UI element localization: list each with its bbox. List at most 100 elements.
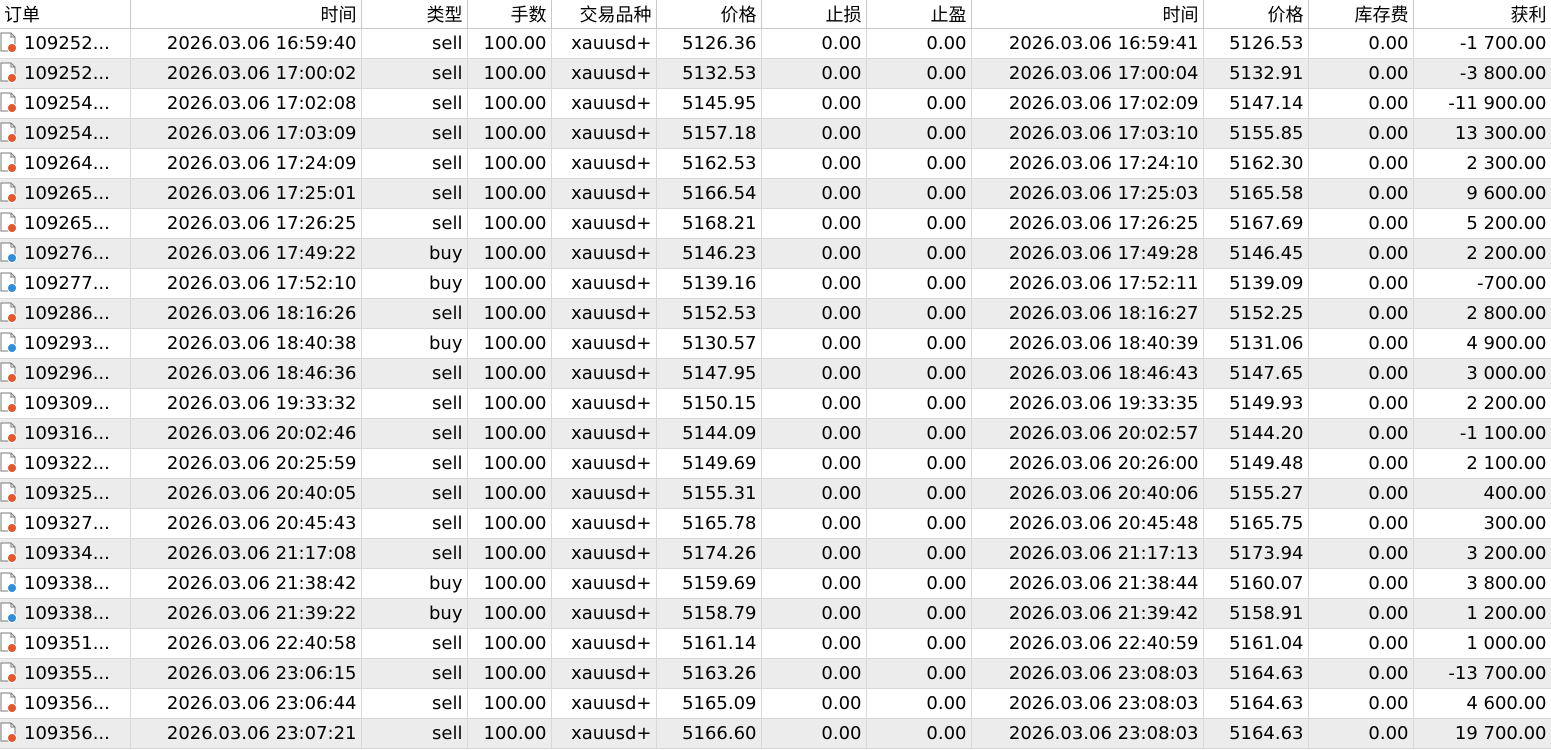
cell-order: 109356... bbox=[0, 718, 131, 749]
cell-type: buy bbox=[361, 328, 468, 359]
table-row[interactable]: 109334... 2026.03.06 21:17:08 sell 100.00 xa… bbox=[0, 538, 1551, 569]
cell-profit: 5 200.00 bbox=[1413, 208, 1551, 239]
sell-order-icon bbox=[0, 452, 18, 474]
order-number: 109264... bbox=[24, 152, 110, 174]
cell-type: sell bbox=[361, 508, 468, 539]
sell-order-icon bbox=[0, 662, 18, 684]
cell-swap: 0.00 bbox=[1308, 328, 1414, 359]
cell-open-time: 2026.03.06 18:40:38 bbox=[130, 328, 362, 359]
cell-close-price: 5155.85 bbox=[1203, 118, 1309, 149]
cell-stop-loss: 0.00 bbox=[761, 238, 867, 269]
cell-open-time: 2026.03.06 18:16:26 bbox=[130, 298, 362, 329]
table-row[interactable]: 109355... 2026.03.06 23:06:15 sell 100.00 xa… bbox=[0, 658, 1551, 689]
column-header-type[interactable]: 类型 bbox=[361, 0, 468, 29]
table-row[interactable]: 109252... 2026.03.06 17:00:02 sell 100.00 xa… bbox=[0, 58, 1551, 89]
order-number: 109252... bbox=[24, 32, 110, 54]
column-header-close-price[interactable]: 价格 bbox=[1203, 0, 1309, 29]
column-header-open-price[interactable]: 价格 bbox=[656, 0, 762, 29]
table-row[interactable]: 109325... 2026.03.06 20:40:05 sell 100.00 xa… bbox=[0, 478, 1551, 509]
cell-take-profit: 0.00 bbox=[866, 448, 972, 479]
table-row[interactable]: 109265... 2026.03.06 17:25:01 sell 100.00 xa… bbox=[0, 178, 1551, 209]
sell-order-icon bbox=[0, 92, 18, 114]
cell-stop-loss: 0.00 bbox=[761, 688, 867, 719]
cell-open-time: 2026.03.06 23:06:15 bbox=[130, 658, 362, 689]
table-header: 订单 时间 类型 手数 交易品种 价格 止损 止盈 时间 价格 库存费 获利 bbox=[0, 0, 1551, 29]
cell-stop-loss: 0.00 bbox=[761, 208, 867, 239]
cell-close-price: 5158.91 bbox=[1203, 598, 1309, 629]
table-row[interactable]: 109356... 2026.03.06 23:07:21 sell 100.00 xa… bbox=[0, 718, 1551, 749]
cell-volume: 100.00 bbox=[467, 328, 552, 359]
table-row[interactable]: 109338... 2026.03.06 21:39:22 buy 100.00 xau… bbox=[0, 598, 1551, 629]
cell-open-price: 5146.23 bbox=[656, 238, 762, 269]
cell-symbol: xauusd+ bbox=[551, 508, 657, 539]
column-header-stop-loss[interactable]: 止损 bbox=[761, 0, 867, 29]
cell-stop-loss: 0.00 bbox=[761, 58, 867, 89]
cell-symbol: xauusd+ bbox=[551, 418, 657, 449]
cell-close-price: 5162.30 bbox=[1203, 148, 1309, 179]
buy-order-icon bbox=[0, 572, 18, 594]
cell-profit: 3 000.00 bbox=[1413, 358, 1551, 389]
cell-open-price: 5174.26 bbox=[656, 538, 762, 569]
column-header-swap[interactable]: 库存费 bbox=[1308, 0, 1414, 29]
order-number: 109286... bbox=[24, 302, 110, 324]
table-row[interactable]: 109322... 2026.03.06 20:25:59 sell 100.00 xa… bbox=[0, 448, 1551, 479]
cell-volume: 100.00 bbox=[467, 688, 552, 719]
table-row[interactable]: 109293... 2026.03.06 18:40:38 buy 100.00 xau… bbox=[0, 328, 1551, 359]
column-header-order[interactable]: 订单 bbox=[0, 0, 131, 29]
cell-symbol: xauusd+ bbox=[551, 148, 657, 179]
column-header-volume[interactable]: 手数 bbox=[467, 0, 552, 29]
cell-close-price: 5165.75 bbox=[1203, 508, 1309, 539]
cell-profit: 2 200.00 bbox=[1413, 388, 1551, 419]
table-row[interactable]: 109338... 2026.03.06 21:38:42 buy 100.00 xau… bbox=[0, 568, 1551, 599]
column-header-close-time[interactable]: 时间 bbox=[971, 0, 1204, 29]
cell-type: sell bbox=[361, 688, 468, 719]
order-number: 109334... bbox=[24, 542, 110, 564]
cell-close-price: 5139.09 bbox=[1203, 268, 1309, 299]
cell-open-price: 5163.26 bbox=[656, 658, 762, 689]
trade-history-table: 订单 时间 类型 手数 交易品种 价格 止损 止盈 时间 价格 库存费 获利 1… bbox=[0, 0, 1551, 749]
cell-volume: 100.00 bbox=[467, 178, 552, 209]
table-row[interactable]: 109277... 2026.03.06 17:52:10 buy 100.00 xau… bbox=[0, 268, 1551, 299]
cell-swap: 0.00 bbox=[1308, 418, 1414, 449]
cell-open-time: 2026.03.06 21:38:42 bbox=[130, 568, 362, 599]
cell-order: 109265... bbox=[0, 208, 131, 239]
cell-profit: -1 100.00 bbox=[1413, 418, 1551, 449]
cell-type: sell bbox=[361, 448, 468, 479]
cell-close-price: 5167.69 bbox=[1203, 208, 1309, 239]
cell-open-time: 2026.03.06 21:39:22 bbox=[130, 598, 362, 629]
cell-type: buy bbox=[361, 598, 468, 629]
table-row[interactable]: 109356... 2026.03.06 23:06:44 sell 100.00 xa… bbox=[0, 688, 1551, 719]
table-row[interactable]: 109254... 2026.03.06 17:02:08 sell 100.00 xa… bbox=[0, 88, 1551, 119]
order-number: 109351... bbox=[24, 632, 110, 654]
table-row[interactable]: 109296... 2026.03.06 18:46:36 sell 100.00 xa… bbox=[0, 358, 1551, 389]
column-header-take-profit[interactable]: 止盈 bbox=[866, 0, 972, 29]
cell-open-price: 5159.69 bbox=[656, 568, 762, 599]
cell-symbol: xauusd+ bbox=[551, 328, 657, 359]
cell-swap: 0.00 bbox=[1308, 478, 1414, 509]
cell-type: buy bbox=[361, 568, 468, 599]
table-row[interactable]: 109316... 2026.03.06 20:02:46 sell 100.00 xa… bbox=[0, 418, 1551, 449]
table-row[interactable]: 109351... 2026.03.06 22:40:58 sell 100.00 xa… bbox=[0, 628, 1551, 659]
table-row[interactable]: 109309... 2026.03.06 19:33:32 sell 100.00 xa… bbox=[0, 388, 1551, 419]
cell-open-time: 2026.03.06 17:03:09 bbox=[130, 118, 362, 149]
cell-order: 109254... bbox=[0, 88, 131, 119]
cell-close-time: 2026.03.06 17:00:04 bbox=[971, 58, 1204, 89]
table-row[interactable]: 109327... 2026.03.06 20:45:43 sell 100.00 xa… bbox=[0, 508, 1551, 539]
table-row[interactable]: 109264... 2026.03.06 17:24:09 sell 100.00 xa… bbox=[0, 148, 1551, 179]
table-row[interactable]: 109286... 2026.03.06 18:16:26 sell 100.00 xa… bbox=[0, 298, 1551, 329]
table-row[interactable]: 109254... 2026.03.06 17:03:09 sell 100.00 xa… bbox=[0, 118, 1551, 149]
cell-order: 109338... bbox=[0, 598, 131, 629]
cell-order: 109351... bbox=[0, 628, 131, 659]
table-row[interactable]: 109252... 2026.03.06 16:59:40 sell 100.00 xa… bbox=[0, 28, 1551, 59]
sell-order-icon bbox=[0, 182, 18, 204]
cell-symbol: xauusd+ bbox=[551, 358, 657, 389]
column-header-symbol[interactable]: 交易品种 bbox=[551, 0, 657, 29]
table-row[interactable]: 109265... 2026.03.06 17:26:25 sell 100.00 xa… bbox=[0, 208, 1551, 239]
column-header-open-time[interactable]: 时间 bbox=[130, 0, 362, 29]
cell-profit: 1 000.00 bbox=[1413, 628, 1551, 659]
column-header-profit[interactable]: 获利 bbox=[1413, 0, 1551, 29]
cell-stop-loss: 0.00 bbox=[761, 448, 867, 479]
cell-open-price: 5139.16 bbox=[656, 268, 762, 299]
cell-volume: 100.00 bbox=[467, 718, 552, 749]
table-row[interactable]: 109276... 2026.03.06 17:49:22 buy 100.00 xau… bbox=[0, 238, 1551, 269]
